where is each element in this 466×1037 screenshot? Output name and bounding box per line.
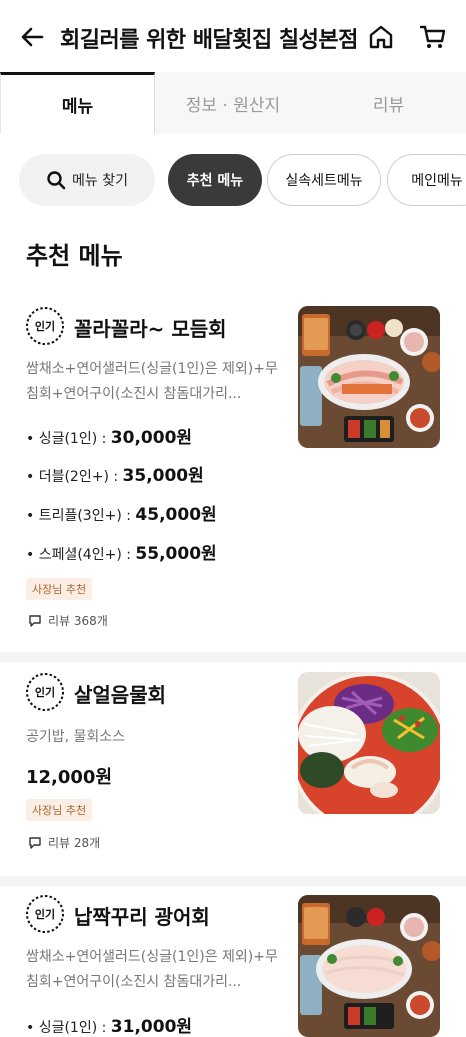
comment-icon [29,614,41,627]
review-count: 리뷰 28개 [28,834,100,851]
review-count: 리뷰 368개 [28,612,108,629]
app-header: 회길러를 위한 배달횟집 칠성본점 [0,0,466,74]
price-option: • 트리플(3인+) : 45,000원 [26,505,217,525]
item-name: 살얼음물회 [74,683,166,707]
category-chips: 메뉴 찾기 추천 메뉴 실속세트메뉴 메인메뉴 [0,154,466,208]
item-photo[interactable] [298,672,440,814]
item-photo[interactable] [298,306,440,448]
item-description: 공기밥, 물회소스 [26,729,126,745]
item-description: 쌈채소+연어샐러드(싱글(1인)은 제외)+무침회+연어구이(소진시 참돔대가리… [26,949,278,990]
popular-badge-label: 인기 [34,908,56,921]
menu-search-label: 메뉴 찾기 [72,173,128,189]
menu-item[interactable]: 인기 꼴라꼴라~ 모듬회 쌈채소+연어샐러드(싱글(1인)은 제외)+무침회+연… [0,300,466,652]
comment-icon [29,836,41,849]
tab-reviews[interactable]: 리뷰 [311,72,466,134]
home-icon[interactable] [366,22,396,52]
item-price: 12,000원 [26,767,113,788]
price-option: • 더블(2인+) : 35,000원 [26,466,204,486]
tab-info-origin[interactable]: 정보 · 원산지 [155,72,311,134]
search-icon [47,171,66,190]
section-divider [0,652,466,662]
menu-item[interactable]: 인기 납짝꾸리 광어회 쌈채소+연어샐러드(싱글(1인)은 제외)+무침회+연어… [0,886,466,1037]
tab-bar: 메뉴 정보 · 원산지 리뷰 [0,72,466,136]
item-photo[interactable] [298,895,440,1037]
item-name: 꼴라꼴라~ 모듬회 [74,317,227,341]
popular-badge-label: 인기 [34,686,56,699]
owner-recommend-badge: 사장님 추천 [26,578,93,600]
section-divider [0,876,466,886]
tab-menu[interactable]: 메뉴 [0,72,155,136]
page-title: 회길러를 위한 배달횟집 칠성본점 [60,28,358,53]
owner-recommend-badge: 사장님 추천 [26,799,93,821]
price-option: • 싱글(1인) : 30,000원 [26,428,193,448]
popular-badge-label: 인기 [34,320,56,333]
back-arrow-icon[interactable] [18,22,48,52]
menu-search-button[interactable]: 메뉴 찾기 [19,154,155,206]
cart-icon[interactable] [418,22,448,52]
chip-main-menu[interactable]: 메인메뉴 [387,154,466,206]
price-option: • 스페셜(4인+) : 55,000원 [26,544,217,564]
menu-item[interactable]: 인기 살얼음물회 공기밥, 물회소스 12,000원 사장님 추천 리뷰 28개 [0,662,466,876]
chip-value-set[interactable]: 실속세트메뉴 [267,154,381,206]
price-option: • 싱글(1인) : 31,000원 [26,1017,193,1037]
item-name: 납짝꾸리 광어회 [74,905,210,929]
chip-recommended[interactable]: 추천 메뉴 [168,154,262,206]
section-title: 추천 메뉴 [26,242,123,270]
item-description: 쌈채소+연어샐러드(싱글(1인)은 제외)+무침회+연어구이(소진시 참돔대가리… [26,361,278,402]
